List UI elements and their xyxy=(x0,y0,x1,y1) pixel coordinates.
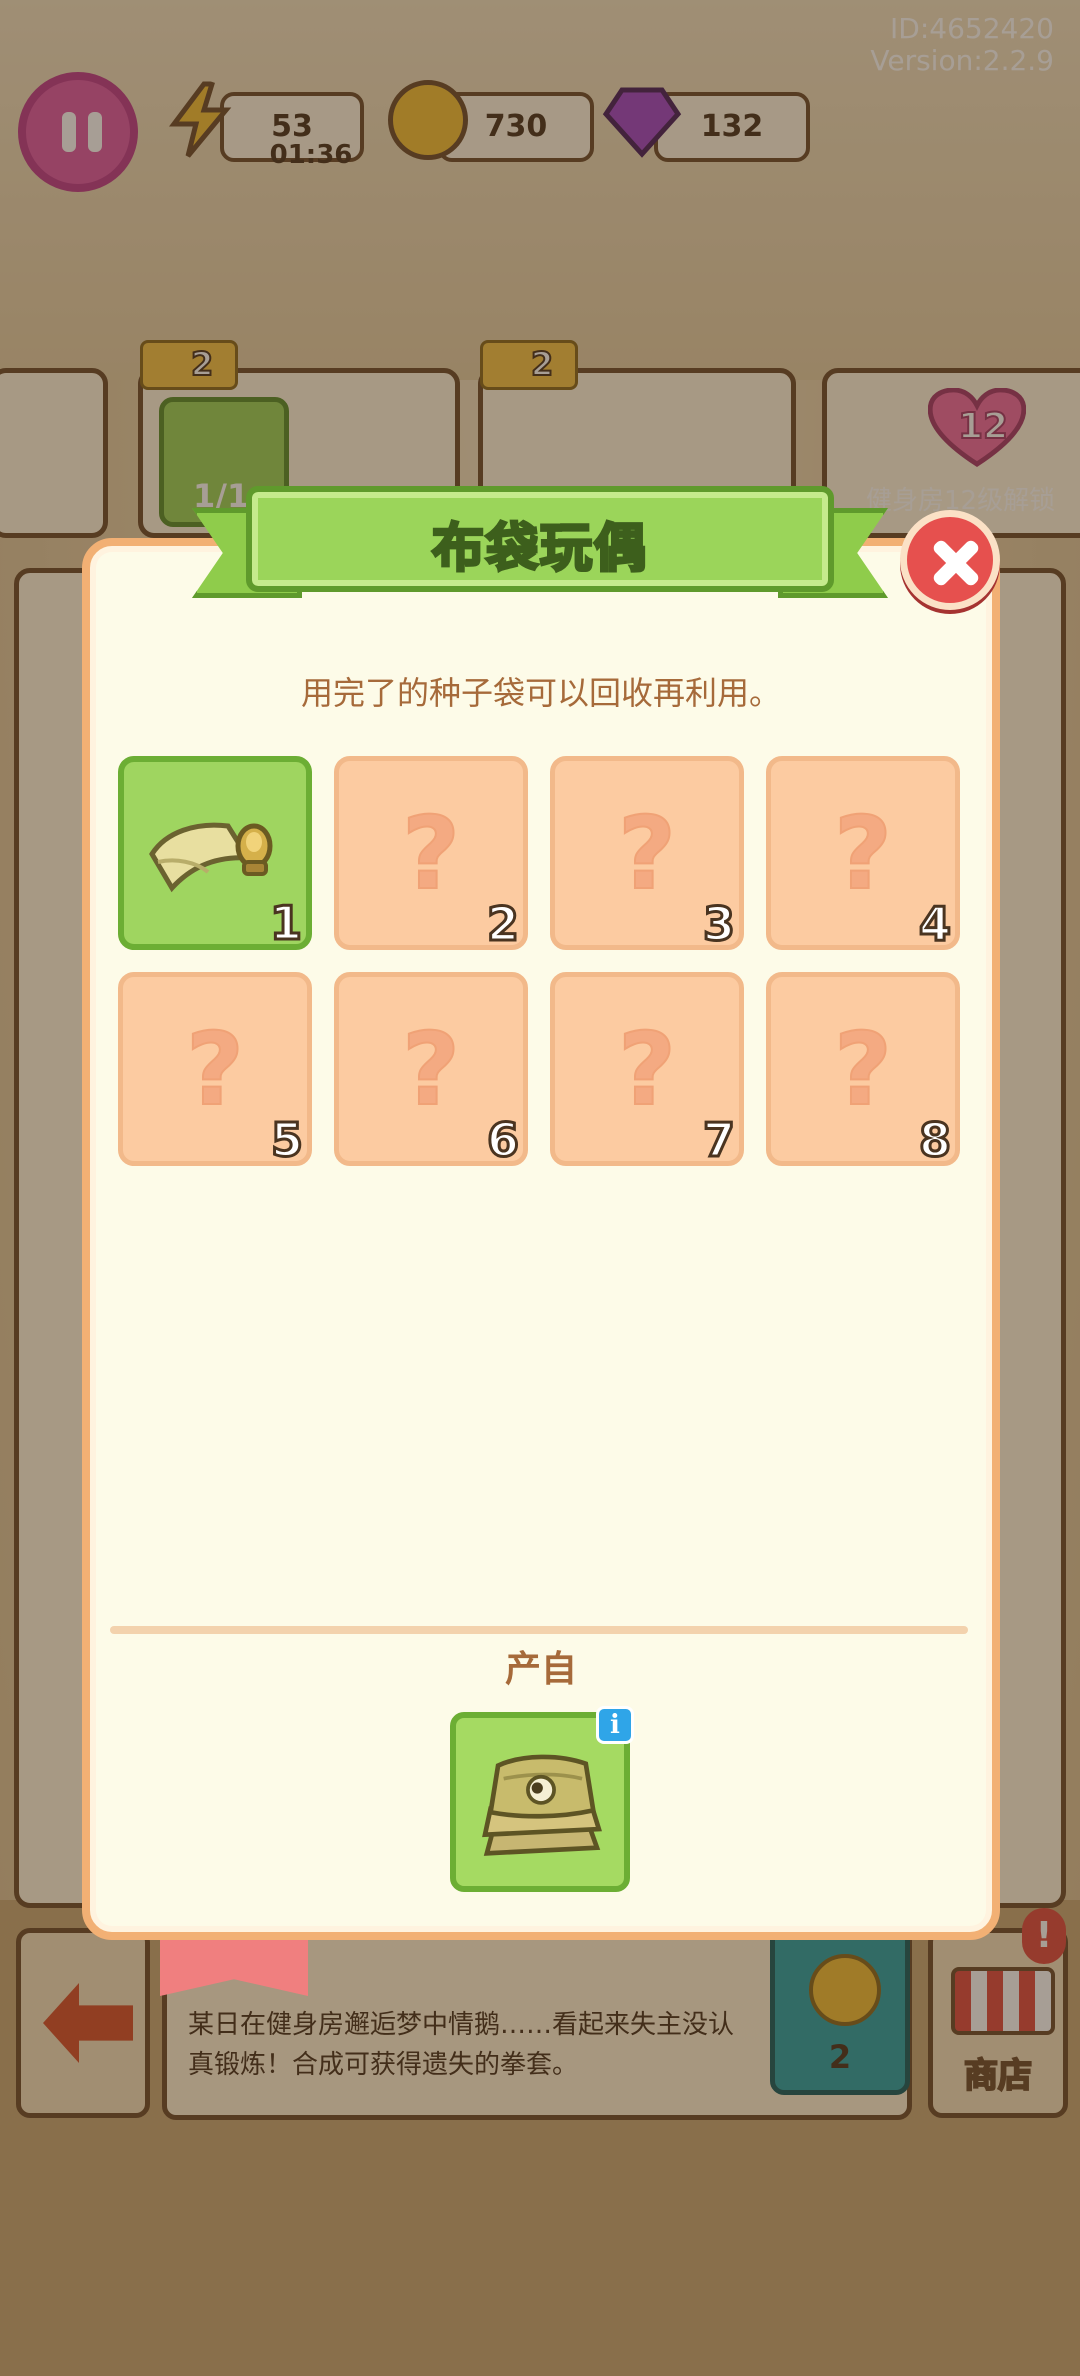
collection-slot-8[interactable]: ? 8 xyxy=(766,972,960,1169)
question-mark-icon: ? xyxy=(401,1011,461,1128)
slot-number: 2 xyxy=(485,896,520,953)
slot-number: 6 xyxy=(485,1112,520,1169)
slot-number: 5 xyxy=(269,1112,304,1169)
close-button[interactable] xyxy=(900,510,1000,610)
slot-number: 8 xyxy=(917,1112,952,1169)
seed-bag-stack-icon xyxy=(482,1754,602,1856)
dialog-title: 布袋玩偶 xyxy=(430,518,648,581)
slot-number: 7 xyxy=(701,1112,736,1169)
collection-slot-3[interactable]: ? 3 xyxy=(550,756,744,953)
slot-number: 3 xyxy=(701,896,736,953)
slot-number: 1 xyxy=(268,895,303,952)
collection-slot-7[interactable]: ? 7 xyxy=(550,972,744,1169)
slot-number: 4 xyxy=(917,896,952,953)
section-divider xyxy=(110,1626,968,1634)
question-mark-icon: ? xyxy=(833,795,893,912)
collection-slot-4[interactable]: ? 4 xyxy=(766,756,960,953)
source-label: 产自 xyxy=(504,1649,577,1690)
question-mark-icon: ? xyxy=(401,795,461,912)
question-mark-icon: ? xyxy=(185,1011,245,1128)
cloth-scroll-icon xyxy=(149,822,273,893)
item-description: 用完了的种子袋可以回收再利用。 xyxy=(300,674,781,712)
question-mark-icon: ? xyxy=(833,1011,893,1128)
collection-slot-1[interactable]: 1 xyxy=(118,756,312,952)
banner-ribbon: 布袋玩偶 xyxy=(246,486,834,592)
collection-slot-6[interactable]: ? 6 xyxy=(334,972,528,1169)
collection-slot-2[interactable]: ? 2 xyxy=(334,756,528,953)
dialog-title-banner: 布袋玩偶 xyxy=(192,478,888,608)
collection-slot-5[interactable]: ? 5 xyxy=(118,972,312,1169)
info-icon[interactable]: i xyxy=(596,1706,634,1744)
question-mark-icon: ? xyxy=(617,795,677,912)
question-mark-icon: ? xyxy=(617,1011,677,1128)
